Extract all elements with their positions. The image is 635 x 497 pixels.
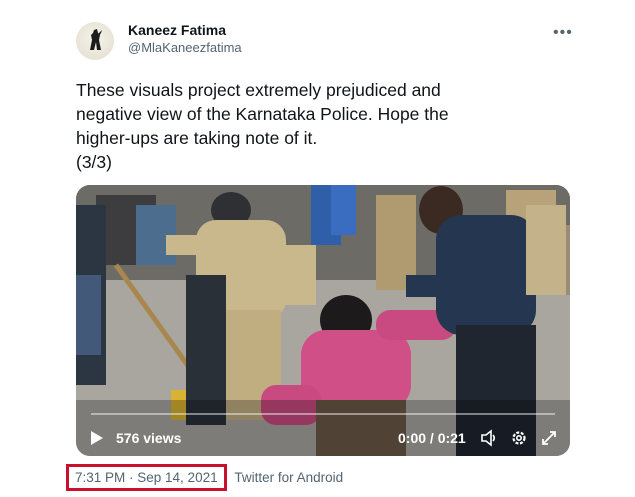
tweet-card: Kaneez Fatima @MlaKaneezfatima ••• These… <box>0 0 635 497</box>
video-views: 576 views <box>116 430 182 446</box>
avatar-figure <box>90 29 102 50</box>
tweet-client[interactable]: Twitter for Android <box>234 470 343 485</box>
tweet-text-line: These visuals project extremely prejudic… <box>76 80 441 100</box>
tweet-text-line: negative view of the Karnataka Police. H… <box>76 104 449 124</box>
tweet-timestamp[interactable]: 7:31 PM · Sep 14, 2021 <box>66 464 227 491</box>
author-name[interactable]: Kaneez Fatima <box>128 22 226 38</box>
tweet-text-line: (3/3) <box>76 152 112 172</box>
more-horizontal-icon[interactable]: ••• <box>553 24 573 42</box>
volume-icon[interactable] <box>480 429 498 447</box>
avatar[interactable] <box>76 22 114 60</box>
video-frame <box>76 185 570 456</box>
settings-icon[interactable] <box>510 429 528 447</box>
fullscreen-icon[interactable] <box>540 429 558 447</box>
play-icon[interactable] <box>90 430 104 446</box>
video-time: 0:00 / 0:21 <box>398 430 466 446</box>
video-player[interactable]: 576 views 0:00 / 0:21 <box>76 185 570 456</box>
tweet-text: These visuals project extremely prejudic… <box>76 78 556 174</box>
tweet-meta: 7:31 PM · Sep 14, 2021 Twitter for Andro… <box>66 464 343 491</box>
author-handle[interactable]: @MlaKaneezfatima <box>128 40 242 55</box>
tweet-text-line: higher-ups are taking note of it. <box>76 128 318 148</box>
